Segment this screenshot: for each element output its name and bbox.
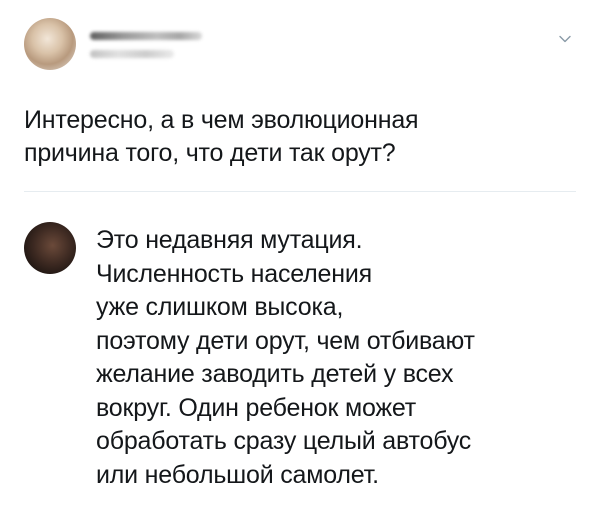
reply-text-line: Численность населения [96,259,372,288]
author-display-name-blurred [90,32,202,40]
divider [24,191,576,192]
tweet-header [24,18,580,74]
reply-tweet: Это недавняя мутация. Численность населе… [24,214,580,504]
author-handle-blurred [90,50,174,58]
chevron-down-icon[interactable] [558,32,572,46]
reply-text-line: обработать сразу целый автобус [96,427,472,455]
tweet-text-line: причина того, что дети так орут? [24,139,396,167]
tweet-text-line: Интересно, а в чем эволюционная [24,106,419,134]
reply-text-line: вокруг. Один ребенок может [96,393,417,422]
reply-text-line: или небольшой самолет. [96,460,379,489]
tweet-card: Интересно, а в чем эволюционная причина … [0,0,600,514]
author-avatar[interactable] [24,18,76,70]
reply-text-line: Это недавняя мутация. [96,226,363,254]
tweet-text: Интересно, а в чем эволюционная причина … [24,104,584,170]
reply-text-line: желание заводить детей у всех [96,360,454,388]
reply-text: Это недавняя мутация. Численность населе… [96,224,580,492]
reply-text-line: поэтому дети орут, чем отбивают [96,326,475,355]
author-name-blurred[interactable] [90,26,290,66]
reply-text-line: уже слишком высока, [96,293,344,321]
reply-author-avatar[interactable] [24,222,76,274]
